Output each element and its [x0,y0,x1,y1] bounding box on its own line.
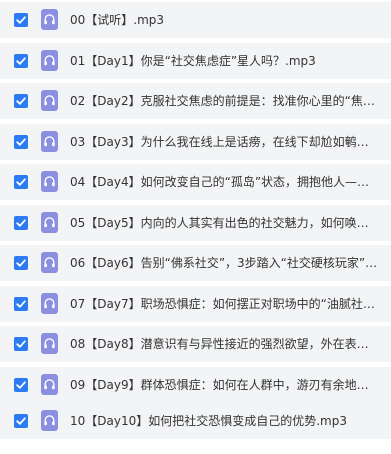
file-name[interactable]: 05【Day5】内向的人其实有出色的社交魅力，如何唤醒它？.mp3 [70,205,379,241]
headphones-icon [41,333,58,354]
headphones-icon [41,212,58,233]
file-row[interactable]: 01【Day1】你是“社交焦虑症”星人吗？.mp3 [0,43,391,79]
file-row[interactable]: 07【Day7】职场恐惧症：如何摆正对职场中的“油腻社交”.mp3 [0,286,391,322]
file-checkbox[interactable] [14,414,28,428]
checkmark-icon [16,138,26,146]
file-name[interactable]: 08【Day8】潜意识有与异性接近的强烈欲望，外在表现却.mp3 [70,326,379,362]
headphones-icon [41,9,58,30]
file-row[interactable]: 02【Day2】克服社交焦虑的前提是：找准你心里的“焦虑源”.mp3 [0,83,391,119]
file-checkbox[interactable] [14,378,28,392]
checkmark-icon [16,340,26,348]
checkmark-icon [16,57,26,65]
file-row[interactable]: 00【试听】.mp3 [0,2,391,38]
file-checkbox[interactable] [14,216,28,230]
file-name[interactable]: 07【Day7】职场恐惧症：如何摆正对职场中的“油腻社交”.mp3 [70,286,379,322]
checkmark-icon [16,178,26,186]
checkmark-icon [16,381,26,389]
file-checkbox[interactable] [14,13,28,27]
checkmark-icon [16,219,26,227]
file-checkbox[interactable] [14,135,28,149]
file-checkbox[interactable] [14,337,28,351]
file-row[interactable]: 08【Day8】潜意识有与异性接近的强烈欲望，外在表现却.mp3 [0,326,391,362]
file-name[interactable]: 02【Day2】克服社交焦虑的前提是：找准你心里的“焦虑源”.mp3 [70,83,379,119]
headphones-icon [41,410,58,431]
file-name[interactable]: 00【试听】.mp3 [70,2,379,38]
file-checkbox[interactable] [14,54,28,68]
headphones-icon [41,293,58,314]
checkmark-icon [16,300,26,308]
headphones-icon [41,374,58,395]
file-row[interactable]: 10【Day10】如何把社交恐惧变成自己的优势.mp3 [0,403,391,439]
headphones-icon [41,171,58,192]
checkmark-icon [16,417,26,425]
file-row[interactable]: 09【Day9】群体恐惧症：如何在人群中，游刃有余地与.mp3 [0,367,391,403]
headphones-icon [41,90,58,111]
file-name[interactable]: 03【Day3】为什么我在线上是话痨，在线下却尬如鹌鹑？.mp3 [70,124,379,160]
checkmark-icon [16,16,26,24]
file-row[interactable]: 04【Day4】如何改变自己的“孤岛”状态，拥抱他人——.mp3 [0,164,391,200]
file-row[interactable]: 03【Day3】为什么我在线上是话痨，在线下却尬如鹌鹑？.mp3 [0,124,391,160]
file-checkbox[interactable] [14,297,28,311]
file-row[interactable]: 05【Day5】内向的人其实有出色的社交魅力，如何唤醒它？.mp3 [0,205,391,241]
checkmark-icon [16,97,26,105]
file-list: 00【试听】.mp3 01【Day1】你是“社交焦虑症”星人吗？.mp3 02【… [0,0,391,454]
headphones-icon [41,50,58,71]
file-name[interactable]: 01【Day1】你是“社交焦虑症”星人吗？.mp3 [70,43,379,79]
file-name[interactable]: 04【Day4】如何改变自己的“孤岛”状态，拥抱他人——.mp3 [70,164,379,200]
checkmark-icon [16,259,26,267]
file-name[interactable]: 10【Day10】如何把社交恐惧变成自己的优势.mp3 [70,403,379,439]
file-name[interactable]: 09【Day9】群体恐惧症：如何在人群中，游刃有余地与.mp3 [70,367,379,403]
headphones-icon [41,252,58,273]
headphones-icon [41,131,58,152]
file-checkbox[interactable] [14,256,28,270]
file-checkbox[interactable] [14,175,28,189]
file-row[interactable]: 06【Day6】告别“佛系社交”，3步踏入“社交硬核玩家”.mp3 [0,245,391,281]
file-name[interactable]: 06【Day6】告别“佛系社交”，3步踏入“社交硬核玩家”.mp3 [70,245,379,281]
file-checkbox[interactable] [14,94,28,108]
